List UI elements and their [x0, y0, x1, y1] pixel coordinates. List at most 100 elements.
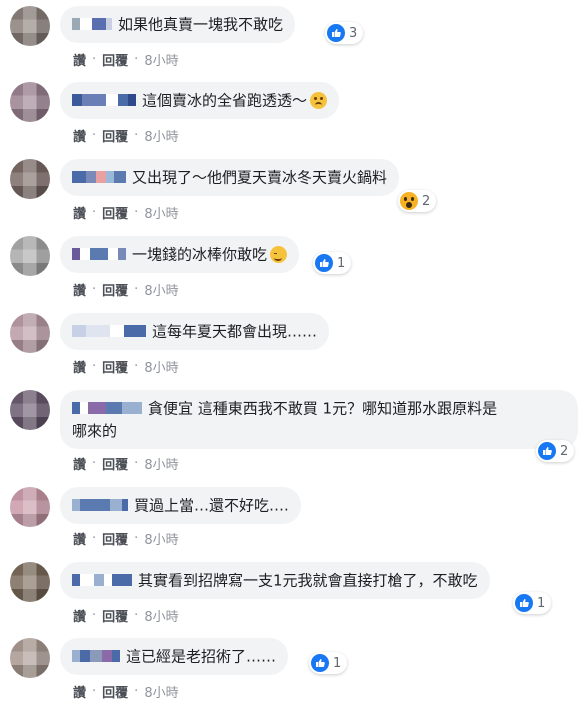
- separator: ·: [134, 608, 139, 623]
- like-link[interactable]: 讚: [73, 454, 86, 473]
- reaction-summary[interactable]: 1: [313, 252, 352, 274]
- reply-link[interactable]: 回覆: [102, 529, 128, 548]
- timestamp[interactable]: 8小時: [144, 682, 178, 701]
- reaction-count: 1: [537, 595, 546, 611]
- reaction-count: 3: [349, 25, 358, 41]
- comment-actions: 讚 · 回覆 · 8小時: [73, 203, 179, 222]
- comment-actions: 讚 · 回覆 · 8小時: [73, 529, 179, 548]
- separator: ·: [134, 205, 139, 220]
- timestamp[interactable]: 8小時: [144, 203, 178, 222]
- like-link[interactable]: 讚: [73, 50, 86, 69]
- comment-text: 這每年夏天都會出現……: [152, 322, 318, 341]
- like-link[interactable]: 讚: [73, 529, 86, 548]
- commenter-name[interactable]: [72, 573, 132, 586]
- like-link[interactable]: 讚: [73, 606, 86, 625]
- weary-face-emoji: [310, 92, 328, 109]
- separator: ·: [134, 359, 139, 374]
- timestamp[interactable]: 8小時: [144, 357, 178, 376]
- like-icon: [538, 442, 556, 460]
- reaction-count: 1: [333, 655, 342, 671]
- comment-bubble: 貪便宜 這種東西我不敢買 1元？哪知道那水跟原料是 哪來的: [60, 390, 578, 449]
- avatar[interactable]: [10, 487, 50, 527]
- comment-text-line-1: 貪便宜 這種東西我不敢買 1元？哪知道那水跟原料是: [148, 399, 498, 418]
- reply-link[interactable]: 回覆: [102, 357, 128, 376]
- commenter-name[interactable]: [72, 649, 120, 662]
- like-icon: [327, 24, 345, 42]
- like-link[interactable]: 讚: [73, 203, 86, 222]
- comment-text: 這個賣冰的全省跑透透～: [142, 91, 308, 110]
- avatar[interactable]: [10, 638, 50, 678]
- separator: ·: [92, 531, 97, 546]
- reaction-summary[interactable]: 1: [513, 592, 552, 614]
- separator: ·: [92, 684, 97, 699]
- like-link[interactable]: 讚: [73, 280, 86, 299]
- reply-link[interactable]: 回覆: [102, 682, 128, 701]
- separator: ·: [134, 531, 139, 546]
- comment-actions: 讚 · 回覆 · 8小時: [73, 454, 179, 473]
- like-link[interactable]: 讚: [73, 126, 86, 145]
- comment-text: 這已經是老招術了……: [126, 647, 277, 666]
- commenter-name[interactable]: [72, 170, 126, 183]
- comment-actions: 讚 · 回覆 · 8小時: [73, 357, 179, 376]
- commenter-name[interactable]: [72, 247, 126, 260]
- like-icon: [311, 654, 329, 672]
- reaction-summary[interactable]: 1: [309, 652, 348, 674]
- timestamp[interactable]: 8小時: [144, 606, 178, 625]
- avatar[interactable]: [10, 159, 50, 199]
- timestamp[interactable]: 8小時: [144, 126, 178, 145]
- timestamp[interactable]: 8小時: [144, 280, 178, 299]
- avatar[interactable]: [10, 390, 50, 430]
- commenter-name[interactable]: [72, 324, 146, 337]
- comment-text-line-2: 哪來的: [72, 421, 118, 440]
- separator: ·: [134, 52, 139, 67]
- timestamp[interactable]: 8小時: [144, 454, 178, 473]
- comment-actions: 讚 · 回覆 · 8小時: [73, 606, 179, 625]
- reaction-summary[interactable]: 2: [536, 440, 575, 462]
- reaction-count: 1: [337, 255, 346, 271]
- avatar[interactable]: [10, 6, 50, 46]
- reply-link[interactable]: 回覆: [102, 280, 128, 299]
- comment-bubble: 又出現了～他們夏天賣冰冬天賣火鍋料: [60, 159, 400, 196]
- comment-bubble: 買過上當…還不好吃….: [60, 487, 301, 524]
- comment-text: 如果他真賣一塊我不敢吃: [118, 15, 284, 34]
- timestamp[interactable]: 8小時: [144, 529, 178, 548]
- reply-link[interactable]: 回覆: [102, 203, 128, 222]
- like-icon: [515, 594, 533, 612]
- commenter-name[interactable]: [72, 17, 112, 30]
- like-link[interactable]: 讚: [73, 682, 86, 701]
- separator: ·: [92, 52, 97, 67]
- comment-bubble: 一塊錢的冰棒你敢吃: [60, 236, 300, 273]
- avatar[interactable]: [10, 236, 50, 276]
- reaction-summary[interactable]: 3: [325, 22, 364, 44]
- reaction-count: 2: [560, 443, 569, 459]
- separator: ·: [92, 128, 97, 143]
- comment-text: 買過上當…還不好吃….: [134, 496, 289, 515]
- comment-actions: 讚 · 回覆 · 8小時: [73, 280, 179, 299]
- separator: ·: [92, 359, 97, 374]
- reaction-count: 2: [422, 193, 431, 209]
- separator: ·: [134, 684, 139, 699]
- separator: ·: [92, 608, 97, 623]
- reply-link[interactable]: 回覆: [102, 126, 128, 145]
- commenter-name[interactable]: [72, 401, 142, 414]
- reply-link[interactable]: 回覆: [102, 606, 128, 625]
- separator: ·: [92, 456, 97, 471]
- timestamp[interactable]: 8小時: [144, 50, 178, 69]
- avatar[interactable]: [10, 313, 50, 353]
- avatar[interactable]: [10, 562, 50, 602]
- reply-link[interactable]: 回覆: [102, 454, 128, 473]
- like-link[interactable]: 讚: [73, 357, 86, 376]
- commenter-name[interactable]: [72, 93, 136, 106]
- comment-actions: 讚 · 回覆 · 8小時: [73, 126, 179, 145]
- wow-icon: [400, 192, 418, 210]
- comment-bubble: 這個賣冰的全省跑透透～: [60, 82, 340, 119]
- avatar[interactable]: [10, 82, 50, 122]
- relieved-face-emoji: [270, 246, 288, 263]
- reply-link[interactable]: 回覆: [102, 50, 128, 69]
- separator: ·: [92, 282, 97, 297]
- commenter-name[interactable]: [72, 498, 128, 511]
- separator: ·: [134, 282, 139, 297]
- comment-text: 其實看到招牌寫一支1元我就會直接打槍了，不敢吃: [138, 571, 478, 590]
- reaction-summary[interactable]: 2: [398, 190, 437, 212]
- like-icon: [315, 254, 333, 272]
